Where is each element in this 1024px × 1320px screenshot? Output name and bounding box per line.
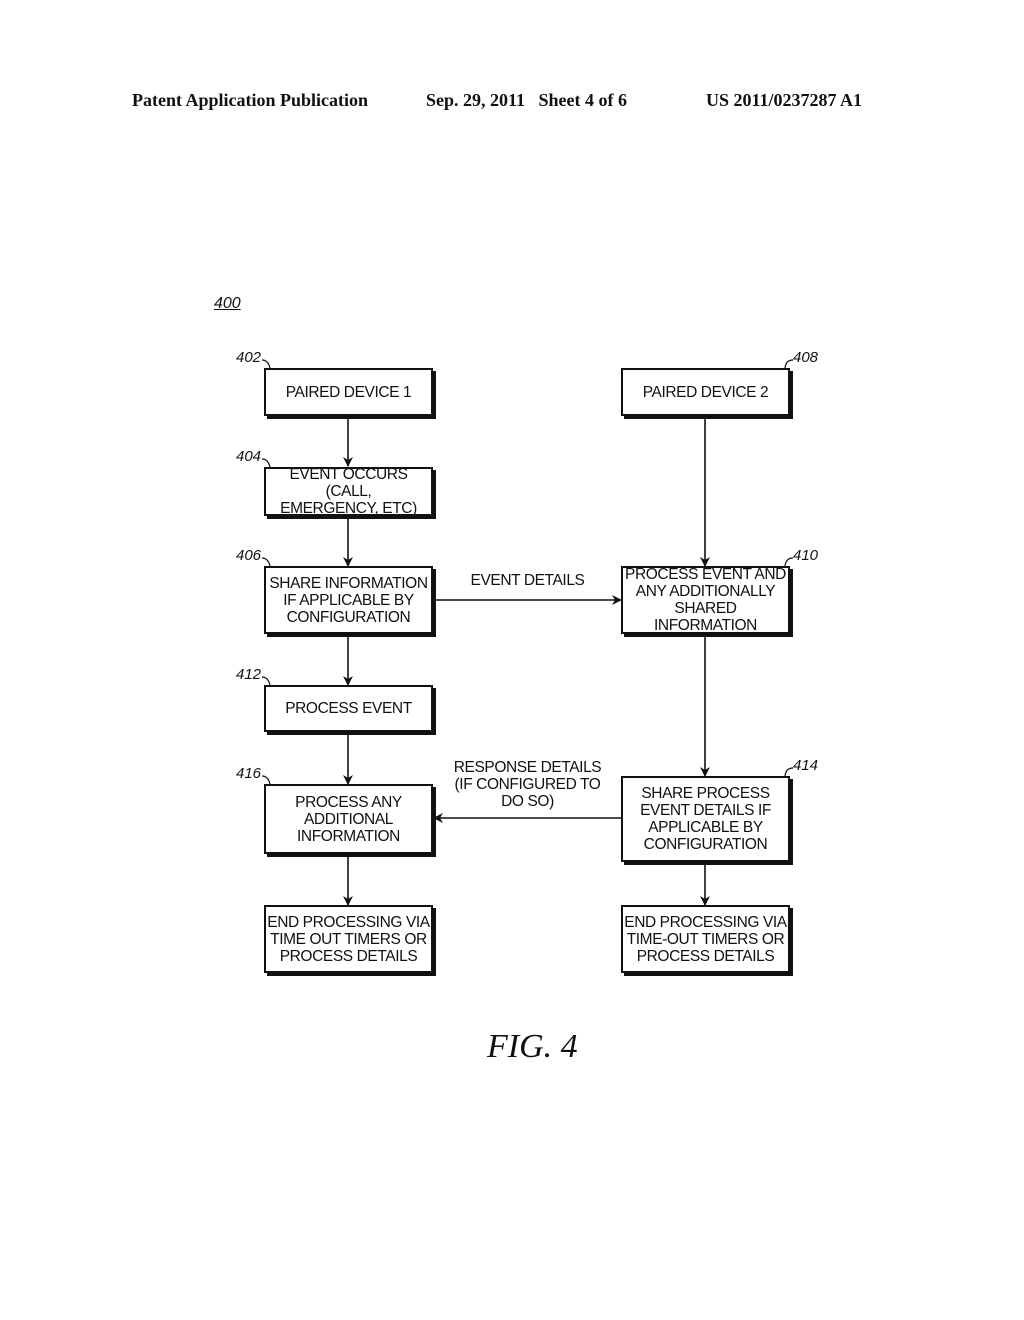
ref-416: 416	[236, 765, 262, 782]
node-412-process-event: PROCESS EVENT	[264, 685, 433, 732]
node-410-process-event-shared: PROCESS EVENT AND ANY ADDITIONALLY SHARE…	[621, 566, 790, 634]
node-406-share-information: SHARE INFORMATION IF APPLICABLE BY CONFI…	[264, 566, 433, 634]
node-416-process-additional-info: PROCESS ANY ADDITIONAL INFORMATION	[264, 784, 433, 854]
edge-label-response-details: RESPONSE DETAILS (IF CONFIGURED TO DO SO…	[453, 759, 602, 810]
node-404-event-occurs: EVENT OCCURS (CALL, EMERGENCY, ETC)	[264, 466, 433, 517]
ref-410: 410	[793, 547, 819, 564]
ref-412: 412	[236, 666, 262, 683]
leader-410	[784, 557, 794, 567]
node-408-paired-device-2: PAIRED DEVICE 2	[621, 368, 790, 416]
node-414-share-process-event: SHARE PROCESS EVENT DETAILS IF APPLICABL…	[621, 776, 790, 862]
node-end-processing-right: END PROCESSING VIA TIME-OUT TIMERS OR PR…	[621, 905, 790, 973]
leader-416	[261, 775, 271, 785]
flowchart-connectors	[261, 359, 794, 906]
ref-414: 414	[793, 757, 819, 774]
leader-402	[261, 359, 271, 369]
leader-414	[784, 767, 794, 777]
figure-caption: FIG. 4	[487, 1028, 578, 1065]
leader-408	[784, 359, 794, 369]
ref-404: 404	[236, 448, 262, 465]
edge-label-event-details: EVENT DETAILS	[470, 572, 585, 589]
ref-406: 406	[236, 547, 262, 564]
leader-412	[261, 676, 271, 686]
leader-406	[261, 557, 271, 567]
ref-402: 402	[236, 349, 262, 366]
node-end-processing-left: END PROCESSING VIA TIME OUT TIMERS OR PR…	[264, 905, 433, 973]
ref-408: 408	[793, 349, 819, 366]
node-402-paired-device-1: PAIRED DEVICE 1	[264, 368, 433, 416]
